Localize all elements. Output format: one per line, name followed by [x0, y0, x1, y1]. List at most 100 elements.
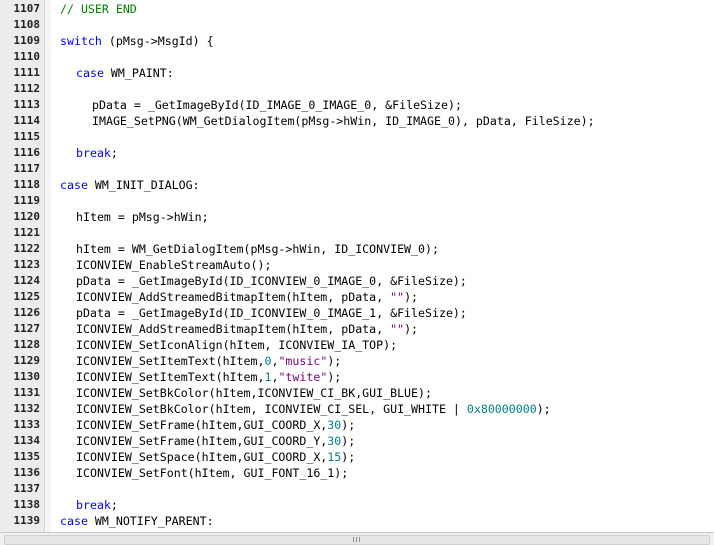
code-token: ); — [341, 418, 356, 432]
code-line[interactable]: 1129 ICONVIEW_SetItemText(hItem,0,"music"… — [0, 353, 714, 369]
code-token: hItem = pMsg->hWin; — [76, 210, 209, 224]
code-text: pData = _GetImageById(ID_ICONVIEW_0_IMAG… — [76, 305, 467, 321]
number-token: 15 — [327, 450, 342, 464]
horizontal-scrollbar[interactable]: III — [0, 532, 714, 545]
code-line[interactable]: 1122 hItem = WM_GetDialogItem(pMsg->hWin,… — [0, 241, 714, 257]
code-token: pData = _GetImageById(ID_ICONVIEW_0_IMAG… — [76, 274, 467, 288]
code-line[interactable]: 1137 — [0, 481, 714, 497]
keyword-token: break — [76, 146, 111, 160]
code-line[interactable]: 1134 ICONVIEW_SetFrame(hItem,GUI_COORD_Y,… — [0, 433, 714, 449]
line-number: 1126 — [13, 306, 41, 319]
string-token: "twite" — [278, 370, 328, 384]
code-line[interactable]: 1130 ICONVIEW_SetItemText(hItem,1,"twite"… — [0, 369, 714, 385]
code-text: ICONVIEW_SetSpace(hItem,GUI_COORD_X,15); — [76, 449, 355, 465]
code-line[interactable]: 1138 break; — [0, 497, 714, 513]
line-number: 1127 — [13, 322, 41, 335]
keyword-token: break — [76, 498, 111, 512]
code-token: WM_PAINT: — [103, 66, 174, 80]
code-token: (pMsg->MsgId) { — [101, 34, 214, 48]
code-line[interactable]: 1131 ICONVIEW_SetBkColor(hItem,ICONVIEW_C… — [0, 385, 714, 401]
code-editor[interactable]: 1107 // USER END 1108 1109 switch (pMsg->Msg… — [0, 0, 714, 532]
scrollbar-grip-icon: III — [352, 536, 362, 544]
code-token: ); — [404, 322, 419, 336]
code-token: ); — [341, 450, 356, 464]
code-line[interactable]: 1118 case WM_INIT_DIALOG: — [0, 177, 714, 193]
code-line[interactable]: 1128 ICONVIEW_SetIconAlign(hItem, ICONVIE… — [0, 337, 714, 353]
line-number: 1128 — [13, 338, 41, 351]
code-token: ICONVIEW_AddStreamedBitmapItem(hItem, pD… — [76, 290, 391, 304]
code-token: ICONVIEW_SetIconAlign(hItem, ICONVIEW_IA… — [76, 338, 398, 352]
code-token: ICONVIEW_EnableStreamAuto(); — [76, 258, 272, 272]
code-line[interactable]: 1132 ICONVIEW_SetBkColor(hItem, ICONVIEW_… — [0, 401, 714, 417]
code-token: ); — [536, 402, 551, 416]
code-text: ICONVIEW_AddStreamedBitmapItem(hItem, pD… — [76, 321, 418, 337]
code-text: ICONVIEW_AddStreamedBitmapItem(hItem, pD… — [76, 289, 418, 305]
line-number: 1118 — [13, 178, 41, 191]
code-line[interactable]: 1119 — [0, 193, 714, 209]
line-number: 1138 — [13, 498, 41, 511]
code-line[interactable]: 1113 pData = _GetImageById(ID_IMAGE_0_IMA… — [0, 97, 714, 113]
code-line[interactable]: 1127 ICONVIEW_AddStreamedBitmapItem(hItem… — [0, 321, 714, 337]
code-token: IMAGE_SetPNG(WM_GetDialogItem(pMsg->hWin… — [92, 114, 595, 128]
code-line[interactable]: 1115 — [0, 129, 714, 145]
code-token: ; — [110, 146, 118, 160]
code-token: ICONVIEW_SetFrame(hItem,GUI_COORD_Y, — [76, 434, 328, 448]
code-text: // USER END — [60, 1, 137, 17]
line-number: 1107 — [13, 2, 41, 15]
code-text: ICONVIEW_SetItemText(hItem,1,"twite"); — [76, 369, 341, 385]
line-number: 1134 — [13, 434, 41, 447]
code-line[interactable]: 1111 case WM_PAINT: — [0, 65, 714, 81]
code-text: ICONVIEW_SetFont(hItem, GUI_FONT_16_1); — [76, 465, 348, 481]
line-number: 1109 — [13, 34, 41, 47]
code-token: ICONVIEW_SetBkColor(hItem, ICONVIEW_CI_S… — [76, 402, 467, 416]
keyword-token: case — [60, 514, 88, 528]
code-token: WM_INIT_DIALOG: — [87, 178, 200, 192]
code-line[interactable]: 1109 switch (pMsg->MsgId) { — [0, 33, 714, 49]
code-token: ICONVIEW_SetSpace(hItem,GUI_COORD_X, — [76, 450, 328, 464]
code-line[interactable]: 1107 // USER END — [0, 1, 714, 17]
line-number: 1110 — [13, 50, 41, 63]
code-line[interactable]: 1110 — [0, 49, 714, 65]
code-text: hItem = pMsg->hWin; — [76, 209, 209, 225]
keyword-token: case — [60, 178, 88, 192]
line-number: 1123 — [13, 258, 41, 271]
code-line[interactable]: 1136 ICONVIEW_SetFont(hItem, GUI_FONT_16_… — [0, 465, 714, 481]
code-line[interactable]: 1124 pData = _GetImageById(ID_ICONVIEW_0_… — [0, 273, 714, 289]
code-text: case WM_PAINT: — [76, 65, 174, 81]
code-line[interactable]: 1139 case WM_NOTIFY_PARENT: — [0, 513, 714, 529]
line-number: 1108 — [13, 18, 41, 31]
code-line[interactable]: 1117 — [0, 161, 714, 177]
code-text: ICONVIEW_SetItemText(hItem,0,"music"); — [76, 353, 341, 369]
string-token: "music" — [278, 354, 328, 368]
code-line[interactable]: 1125 ICONVIEW_AddStreamedBitmapItem(hItem… — [0, 289, 714, 305]
code-token: WM_NOTIFY_PARENT: — [87, 514, 214, 528]
scrollbar-thumb[interactable]: III — [4, 535, 710, 545]
keyword-token: switch — [60, 34, 102, 48]
code-text: ICONVIEW_SetFrame(hItem,GUI_COORD_Y,30); — [76, 433, 355, 449]
code-line[interactable]: 1121 — [0, 225, 714, 241]
code-line[interactable]: 1116 break; — [0, 145, 714, 161]
line-number: 1114 — [13, 114, 41, 127]
line-number: 1136 — [13, 466, 41, 479]
code-token: ICONVIEW_SetFont(hItem, GUI_FONT_16_1); — [76, 466, 349, 480]
line-number: 1120 — [13, 210, 41, 223]
code-line[interactable]: 1133 ICONVIEW_SetFrame(hItem,GUI_COORD_X,… — [0, 417, 714, 433]
code-text: ICONVIEW_SetBkColor(hItem, ICONVIEW_CI_S… — [76, 401, 551, 417]
line-number: 1115 — [13, 130, 41, 143]
code-text: hItem = WM_GetDialogItem(pMsg->hWin, ID_… — [76, 241, 439, 257]
code-line[interactable]: 1135 ICONVIEW_SetSpace(hItem,GUI_COORD_X,… — [0, 449, 714, 465]
code-token: ICONVIEW_SetFrame(hItem,GUI_COORD_X, — [76, 418, 328, 432]
code-token: ); — [327, 370, 342, 384]
code-line[interactable]: 1120 hItem = pMsg->hWin; — [0, 209, 714, 225]
code-line[interactable]: 1123 ICONVIEW_EnableStreamAuto(); — [0, 257, 714, 273]
code-line[interactable]: 1114 IMAGE_SetPNG(WM_GetDialogItem(pMsg->… — [0, 113, 714, 129]
line-number: 1129 — [13, 354, 41, 367]
code-text: case WM_NOTIFY_PARENT: — [60, 513, 214, 529]
code-token: hItem = WM_GetDialogItem(pMsg->hWin, ID_… — [76, 242, 439, 256]
code-line[interactable]: 1108 — [0, 17, 714, 33]
code-token: ICONVIEW_SetItemText(hItem, — [76, 354, 265, 368]
code-token: ICONVIEW_AddStreamedBitmapItem(hItem, pD… — [76, 322, 391, 336]
code-text: ICONVIEW_SetBkColor(hItem,ICONVIEW_CI_BK… — [76, 385, 432, 401]
code-line[interactable]: 1112 — [0, 81, 714, 97]
code-line[interactable]: 1126 pData = _GetImageById(ID_ICONVIEW_0_… — [0, 305, 714, 321]
